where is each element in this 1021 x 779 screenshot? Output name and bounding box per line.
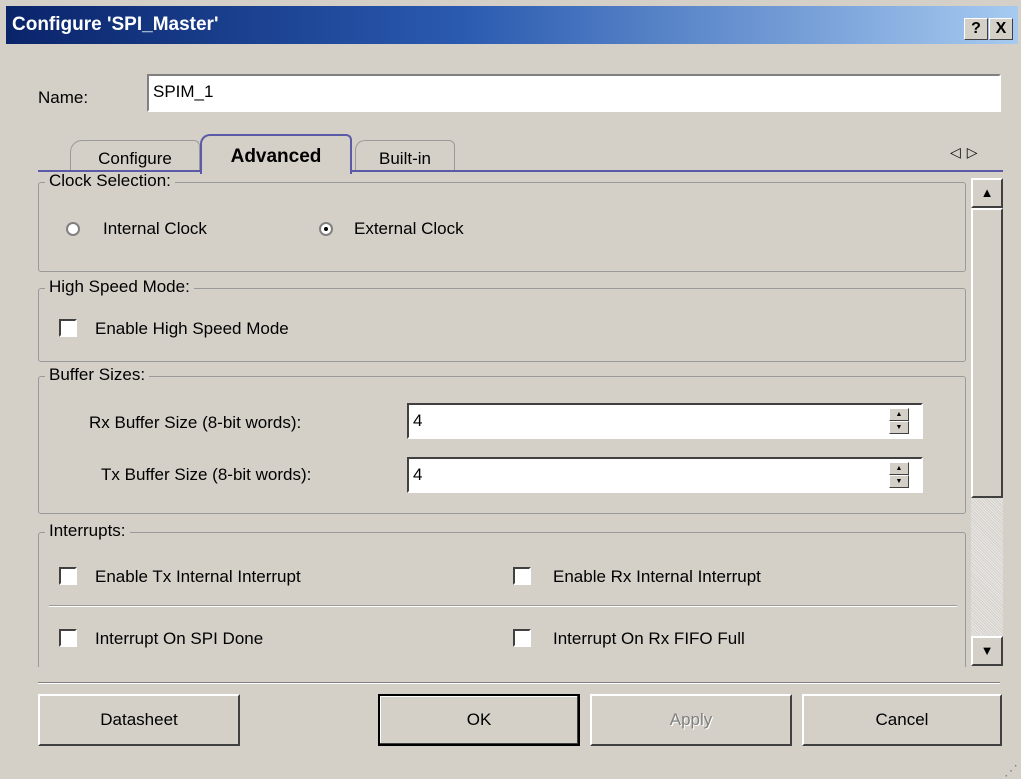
tx-buffer-size-label: Tx Buffer Size (8-bit words): bbox=[101, 465, 312, 484]
interrupts-separator bbox=[49, 605, 957, 607]
vertical-scrollbar[interactable]: ▲ ▼ bbox=[971, 178, 1003, 666]
scrollbar-thumb[interactable] bbox=[971, 208, 1003, 498]
resize-grip-icon[interactable]: ⋰ bbox=[1004, 762, 1018, 779]
tx-internal-interrupt-label[interactable]: Enable Tx Internal Interrupt bbox=[95, 567, 301, 587]
rx-internal-interrupt-label[interactable]: Enable Rx Internal Interrupt bbox=[553, 567, 761, 587]
rx-internal-interrupt-checkbox[interactable] bbox=[513, 567, 531, 585]
cancel-button[interactable]: Cancel bbox=[802, 694, 1002, 746]
tab-scroll-left-icon[interactable]: ◁ bbox=[950, 144, 967, 160]
high-speed-mode-group: High Speed Mode: Enable High Speed Mode bbox=[38, 277, 966, 362]
external-clock-radio[interactable] bbox=[319, 222, 333, 236]
name-input[interactable]: SPIM_1 bbox=[147, 74, 1001, 112]
apply-button[interactable]: Apply bbox=[590, 694, 792, 746]
spi-done-interrupt-label[interactable]: Interrupt On SPI Done bbox=[95, 629, 263, 649]
internal-clock-label[interactable]: Internal Clock bbox=[103, 219, 207, 239]
spi-done-interrupt-checkbox[interactable] bbox=[59, 629, 77, 647]
buffer-sizes-group: Buffer Sizes: Rx Buffer Size (8-bit word… bbox=[38, 365, 966, 514]
spin-up-icon[interactable]: ▲ bbox=[889, 408, 909, 421]
tx-buffer-size-stepper[interactable]: ▲ ▼ bbox=[889, 462, 909, 488]
spin-down-icon[interactable]: ▼ bbox=[889, 421, 909, 434]
rx-buffer-size-label: Rx Buffer Size (8-bit words): bbox=[89, 413, 302, 432]
title-bar[interactable]: Configure 'SPI_Master' ? X bbox=[6, 6, 1018, 44]
rx-buffer-size-input[interactable]: 4 bbox=[407, 403, 923, 439]
help-button[interactable]: ? bbox=[964, 18, 988, 40]
tab-scroll-right-icon[interactable]: ▷ bbox=[967, 144, 984, 160]
enable-high-speed-checkbox[interactable] bbox=[59, 319, 77, 337]
high-speed-mode-legend: High Speed Mode: bbox=[45, 277, 194, 297]
tab-configure[interactable]: Configure bbox=[70, 140, 200, 172]
name-label: Name: bbox=[38, 88, 89, 107]
footer-separator bbox=[38, 682, 1000, 684]
tx-buffer-size-input[interactable]: 4 bbox=[407, 457, 923, 493]
advanced-tab-panel: Clock Selection: Internal Clock External… bbox=[38, 172, 973, 667]
close-button[interactable]: X bbox=[989, 18, 1013, 40]
enable-high-speed-label[interactable]: Enable High Speed Mode bbox=[95, 319, 289, 339]
scroll-down-icon[interactable]: ▼ bbox=[971, 636, 1003, 666]
internal-clock-radio[interactable] bbox=[66, 222, 80, 236]
clock-selection-legend: Clock Selection: bbox=[45, 172, 175, 191]
rx-fifo-full-interrupt-checkbox[interactable] bbox=[513, 629, 531, 647]
ok-button[interactable]: OK bbox=[378, 694, 580, 746]
spin-up-icon[interactable]: ▲ bbox=[889, 462, 909, 475]
interrupts-group: Interrupts: Enable Tx Internal Interrupt… bbox=[38, 521, 966, 667]
external-clock-label[interactable]: External Clock bbox=[354, 219, 464, 239]
rx-fifo-full-interrupt-label[interactable]: Interrupt On Rx FIFO Full bbox=[553, 629, 745, 649]
tab-scroll-arrows: ◁▷ bbox=[950, 144, 984, 161]
window-title: Configure 'SPI_Master' bbox=[12, 14, 219, 35]
tx-internal-interrupt-checkbox[interactable] bbox=[59, 567, 77, 585]
spin-down-icon[interactable]: ▼ bbox=[889, 475, 909, 488]
datasheet-button[interactable]: Datasheet bbox=[38, 694, 240, 746]
interrupts-legend: Interrupts: bbox=[45, 521, 130, 541]
clock-selection-group: Clock Selection: Internal Clock External… bbox=[38, 172, 966, 272]
tab-built-in[interactable]: Built-in bbox=[355, 140, 455, 172]
scroll-up-icon[interactable]: ▲ bbox=[971, 178, 1003, 208]
rx-buffer-size-stepper[interactable]: ▲ ▼ bbox=[889, 408, 909, 434]
buffer-sizes-legend: Buffer Sizes: bbox=[45, 365, 150, 385]
tab-advanced[interactable]: Advanced bbox=[200, 134, 352, 174]
configure-dialog: Configure 'SPI_Master' ? X Name: SPIM_1 … bbox=[0, 0, 1021, 779]
